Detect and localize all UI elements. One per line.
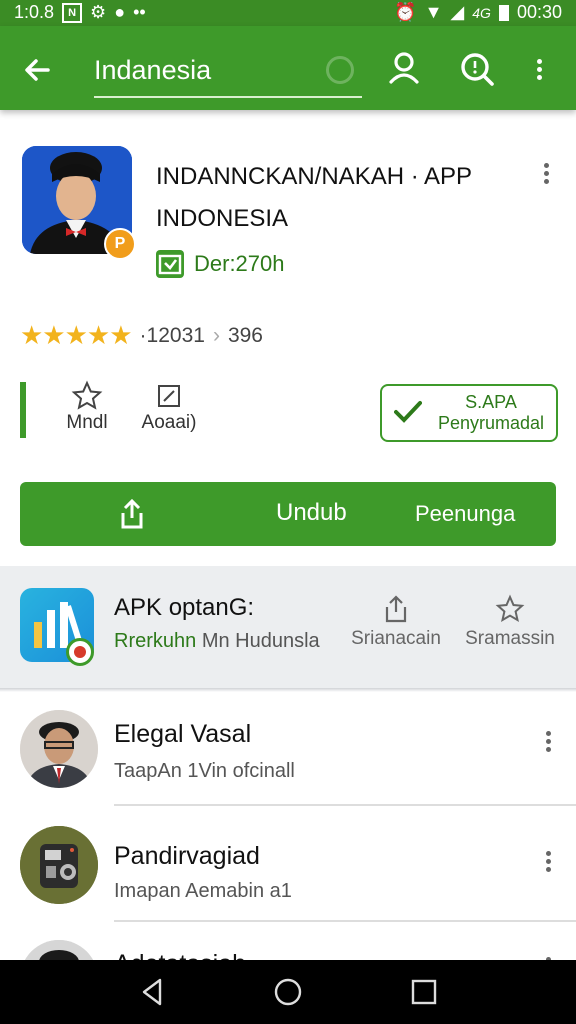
share-outline-icon: [385, 595, 407, 623]
battery-icon: [498, 4, 509, 21]
list-item-menu-icon[interactable]: [543, 848, 553, 874]
list-item-menu-icon[interactable]: [543, 728, 553, 754]
install-secondary-label: Peenunga: [415, 501, 516, 526]
list-item-subtitle: Imapan Aemabin a1: [114, 880, 292, 902]
star-outline-icon: [495, 594, 525, 623]
overflow-menu-icon[interactable]: [534, 56, 544, 82]
secondary-action-button[interactable]: S.APA Penyrumadal: [380, 384, 558, 442]
developer-name: Der:270h: [194, 251, 285, 276]
list-item-subtitle: TaapAn 1Vin ofcinall: [114, 760, 295, 782]
secondary-action-label-2: Penyrumadal: [437, 413, 545, 433]
promo-star-action[interactable]: Sramassin: [458, 594, 562, 650]
secondary-action-label-1: S.APA: [465, 392, 517, 412]
status-time: 1:0.8: [14, 2, 55, 22]
more-notifications-icon: ••: [133, 2, 146, 22]
installed-check-icon: [156, 250, 184, 278]
promo-badge-icon: [66, 638, 94, 666]
wishlist-label: Mndl: [66, 412, 108, 433]
promo-subtitle-highlight: Rrerkuhn: [114, 630, 197, 652]
check-icon: [394, 401, 422, 423]
app-menu-icon[interactable]: [541, 160, 551, 186]
settings-notification-icon: ⚙: [90, 2, 107, 22]
download-count: 396: [227, 323, 263, 347]
avatar: [20, 710, 98, 788]
flag-box-icon: [158, 385, 180, 407]
star-outline-icon: [71, 380, 103, 410]
share-icon: [121, 498, 143, 529]
promo-action2-label: Sramassin: [465, 628, 555, 649]
list-item[interactable]: Elegal Vasal TaapAn 1Vin ofcinall: [0, 696, 576, 812]
back-nav-icon[interactable]: [136, 976, 168, 1008]
list-item[interactable]: Adetatasiah: [0, 928, 576, 960]
app-badge: P: [104, 228, 136, 260]
rating-row: ★★★★★ ·12031 › 396: [20, 320, 263, 351]
list-item-title: Adetatasiah: [114, 950, 246, 960]
report-label: Aoaai): [141, 412, 197, 433]
app-title-line2: INDONESIA: [156, 205, 289, 232]
signal-icon: ◢: [450, 2, 465, 22]
list-divider: [114, 920, 576, 922]
accent-divider: [20, 382, 26, 438]
avatar: [20, 826, 98, 904]
app-title-line1: INDANNCKAN/NAKAH · APP: [156, 163, 473, 190]
section-divider: [0, 688, 576, 692]
promo-subtitle: Rrerkuhn Mn Hudunsla: [114, 630, 320, 653]
search-field[interactable]: [94, 48, 362, 98]
report-action[interactable]: Aoaai): [124, 380, 214, 434]
promo-share-action[interactable]: Srianacain: [344, 594, 448, 650]
status-bar: 1:0.8 N ⚙ ● •• ⏰ ▼ ◢ 4G 00:30: [0, 0, 576, 26]
install-button[interactable]: Undub Peenunga: [20, 482, 556, 546]
navigation-bar: [0, 960, 576, 1024]
star-rating-icon: ★★★★★: [20, 320, 133, 350]
globe-notification-icon: ●: [114, 2, 126, 22]
wishlist-action[interactable]: Mndl: [42, 380, 132, 434]
search-input[interactable]: [94, 52, 344, 88]
app-title: INDANNCKAN/NAKAH · APP INDONESIA: [156, 156, 516, 240]
list-item-title: Elegal Vasal: [114, 720, 252, 748]
list-divider: [114, 804, 576, 806]
promo-title: APK optanG:: [114, 594, 255, 621]
developer-row[interactable]: Der:270h: [156, 250, 285, 278]
rating-count: ·12031: [139, 323, 205, 347]
avatar: [20, 940, 98, 960]
list-item[interactable]: Pandirvagiad Imapan Aemabin a1: [0, 812, 576, 928]
alarm-icon: ⏰: [394, 2, 417, 22]
install-label: Undub: [276, 499, 347, 526]
promo-section[interactable]: APK optanG: Rrerkuhn Mn Hudunsla Srianac…: [0, 566, 576, 688]
n-notification-icon: N: [62, 2, 83, 23]
home-nav-icon[interactable]: [272, 976, 304, 1008]
clock-right: 00:30: [516, 2, 562, 22]
voice-search-icon[interactable]: [326, 56, 354, 84]
recents-nav-icon[interactable]: [408, 976, 440, 1008]
back-arrow-icon[interactable]: [18, 50, 58, 90]
promo-action1-label: Srianacain: [351, 628, 441, 649]
promo-subtitle-rest: Mn Hudunsla: [201, 630, 320, 652]
action-row: Mndl Aoaai) S.APA Penyrumadal: [20, 380, 560, 444]
wifi-icon: ▼: [424, 2, 443, 22]
app-bar: [0, 26, 576, 110]
network-type: 4G: [472, 4, 491, 21]
account-icon[interactable]: [384, 48, 426, 90]
list-item-title: Pandirvagiad: [114, 842, 260, 870]
search-icon[interactable]: [456, 48, 498, 90]
separator-arrow-icon: ›: [212, 323, 220, 347]
